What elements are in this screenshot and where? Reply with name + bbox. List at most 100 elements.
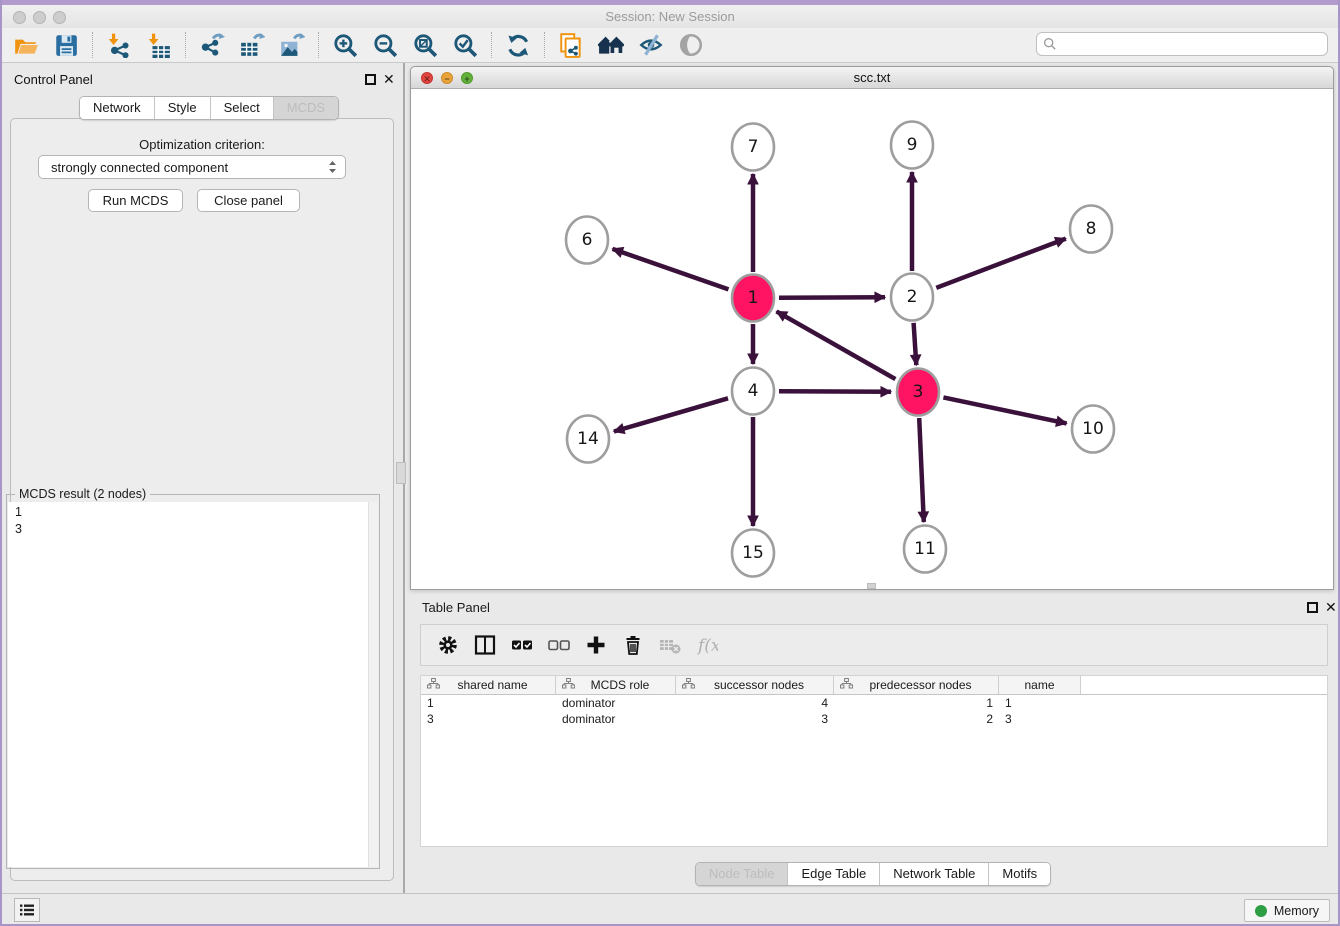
column-header-shared-name[interactable]: shared name	[421, 676, 556, 694]
tab-node-table[interactable]: Node Table	[696, 863, 788, 885]
table-cell[interactable]: 2	[834, 711, 999, 727]
search-box	[1036, 32, 1328, 56]
mcds-result-text[interactable]: 1 3	[8, 502, 378, 867]
main-titlebar: Session: New Session	[2, 5, 1338, 28]
graph-node-4[interactable]: 4	[732, 368, 774, 415]
table-cell[interactable]: 3	[421, 711, 556, 727]
graph-node-11[interactable]: 11	[904, 526, 946, 573]
refresh-icon[interactable]	[498, 29, 538, 61]
mcds-result-group: MCDS result (2 nodes) 1 3	[6, 494, 380, 869]
toolbar-separator	[491, 32, 492, 58]
columns-icon[interactable]	[466, 627, 503, 663]
home-icon[interactable]	[591, 29, 631, 61]
graph-node-15[interactable]: 15	[732, 530, 774, 577]
edge-1-2[interactable]	[779, 297, 885, 298]
tab-select[interactable]: Select	[210, 97, 273, 119]
close-table-panel-icon[interactable]: ✕	[1325, 599, 1337, 616]
import-network-icon[interactable]	[99, 29, 139, 61]
tab-network[interactable]: Network	[80, 97, 154, 119]
table-cell[interactable]: dominator	[556, 695, 676, 711]
graph-node-8[interactable]: 8	[1070, 206, 1112, 253]
edge-2-3[interactable]	[914, 323, 917, 365]
edge-3-10[interactable]	[943, 397, 1066, 423]
run-mcds-button[interactable]: Run MCDS	[88, 189, 183, 212]
tab-mcds[interactable]: MCDS	[273, 97, 338, 119]
delete-row-icon[interactable]	[614, 627, 651, 663]
table-cell[interactable]: 3	[999, 711, 1081, 727]
svg-text:15: 15	[742, 543, 764, 563]
table-cell[interactable]: dominator	[556, 711, 676, 727]
table-cell[interactable]: 4	[676, 695, 834, 711]
splitter-grip[interactable]	[396, 462, 406, 484]
optimization-criterion-select[interactable]: strongly connected component	[38, 155, 346, 179]
graph-node-6[interactable]: 6	[566, 217, 608, 264]
graph-node-3[interactable]: 3	[897, 369, 939, 416]
save-session-icon[interactable]	[46, 29, 86, 61]
tab-network-table[interactable]: Network Table	[879, 863, 988, 885]
graph-node-1[interactable]: 1	[732, 275, 774, 322]
table-panel: Table Panel ✕ f(x) shared nameMCDS roles…	[410, 596, 1336, 888]
memory-status-icon	[1255, 905, 1267, 917]
toolbar-separator	[185, 32, 186, 58]
control-panel-title: Control Panel	[14, 72, 93, 87]
graph-node-9[interactable]: 9	[891, 122, 933, 169]
toolbar-separator	[544, 32, 545, 58]
close-panel-icon[interactable]: ✕	[383, 71, 395, 88]
duplicate-network-icon[interactable]	[551, 29, 591, 61]
tab-style[interactable]: Style	[154, 97, 210, 119]
select-all-icon[interactable]	[503, 627, 540, 663]
table-cell[interactable]: 1	[999, 695, 1081, 711]
float-panel-icon[interactable]	[365, 74, 376, 85]
network-view-title: scc.txt	[411, 70, 1333, 85]
zoom-out-icon[interactable]	[365, 29, 405, 61]
search-input[interactable]	[1057, 34, 1327, 54]
graph-node-7[interactable]: 7	[732, 124, 774, 171]
graph-node-10[interactable]: 10	[1072, 406, 1114, 453]
graph-node-14[interactable]: 14	[567, 416, 609, 463]
edge-3-1[interactable]	[777, 311, 896, 379]
import-table-icon[interactable]	[139, 29, 179, 61]
column-header-name[interactable]: name	[999, 676, 1081, 694]
float-table-panel-icon[interactable]	[1307, 602, 1318, 613]
export-table-icon[interactable]	[232, 29, 272, 61]
export-image-icon[interactable]	[272, 29, 312, 61]
svg-text:7: 7	[748, 137, 759, 157]
zoom-fit-icon[interactable]	[405, 29, 445, 61]
column-header-successor-nodes[interactable]: successor nodes	[676, 676, 834, 694]
close-panel-button[interactable]: Close panel	[197, 189, 300, 212]
column-header-filler	[1081, 676, 1327, 694]
svg-text:6: 6	[582, 230, 593, 250]
result-scrollbar[interactable]	[368, 502, 378, 867]
table-cell[interactable]: 3	[676, 711, 834, 727]
svg-text:2: 2	[907, 287, 918, 307]
table-tabs: Node TableEdge TableNetwork TableMotifs	[410, 862, 1336, 886]
edge-4-14[interactable]	[614, 398, 728, 431]
edge-3-11[interactable]	[919, 418, 924, 522]
memory-button[interactable]: Memory	[1244, 899, 1330, 922]
table-cell[interactable]: 1	[421, 695, 556, 711]
zoom-in-icon[interactable]	[325, 29, 365, 61]
network-window-titlebar[interactable]: ✕ − + scc.txt	[411, 67, 1333, 89]
edge-1-6[interactable]	[613, 249, 729, 290]
tab-motifs[interactable]: Motifs	[988, 863, 1050, 885]
unselect-all-icon[interactable]	[540, 627, 577, 663]
table-row[interactable]: 1dominator411	[421, 695, 1327, 711]
zoom-selected-icon[interactable]	[445, 29, 485, 61]
add-row-icon[interactable]	[577, 627, 614, 663]
edge-2-8[interactable]	[936, 239, 1066, 288]
column-header-predecessor-nodes[interactable]: predecessor nodes	[834, 676, 999, 694]
open-session-icon[interactable]	[6, 29, 46, 61]
table-row[interactable]: 3dominator323	[421, 711, 1327, 727]
graph-node-2[interactable]: 2	[891, 274, 933, 321]
task-history-button[interactable]	[14, 898, 40, 922]
settings-icon[interactable]	[429, 627, 466, 663]
tab-edge-table[interactable]: Edge Table	[787, 863, 879, 885]
view-resize-grip[interactable]	[867, 583, 876, 589]
network-canvas[interactable]: 1 2 3 4 6 7 8 9 10 11 14 15	[411, 89, 1333, 589]
table-cell[interactable]: 1	[834, 695, 999, 711]
export-network-icon[interactable]	[192, 29, 232, 61]
edge-4-3[interactable]	[779, 391, 891, 392]
svg-text:4: 4	[748, 381, 759, 401]
column-header-MCDS-role[interactable]: MCDS role	[556, 676, 676, 694]
hide-graphics-icon[interactable]	[631, 29, 671, 61]
